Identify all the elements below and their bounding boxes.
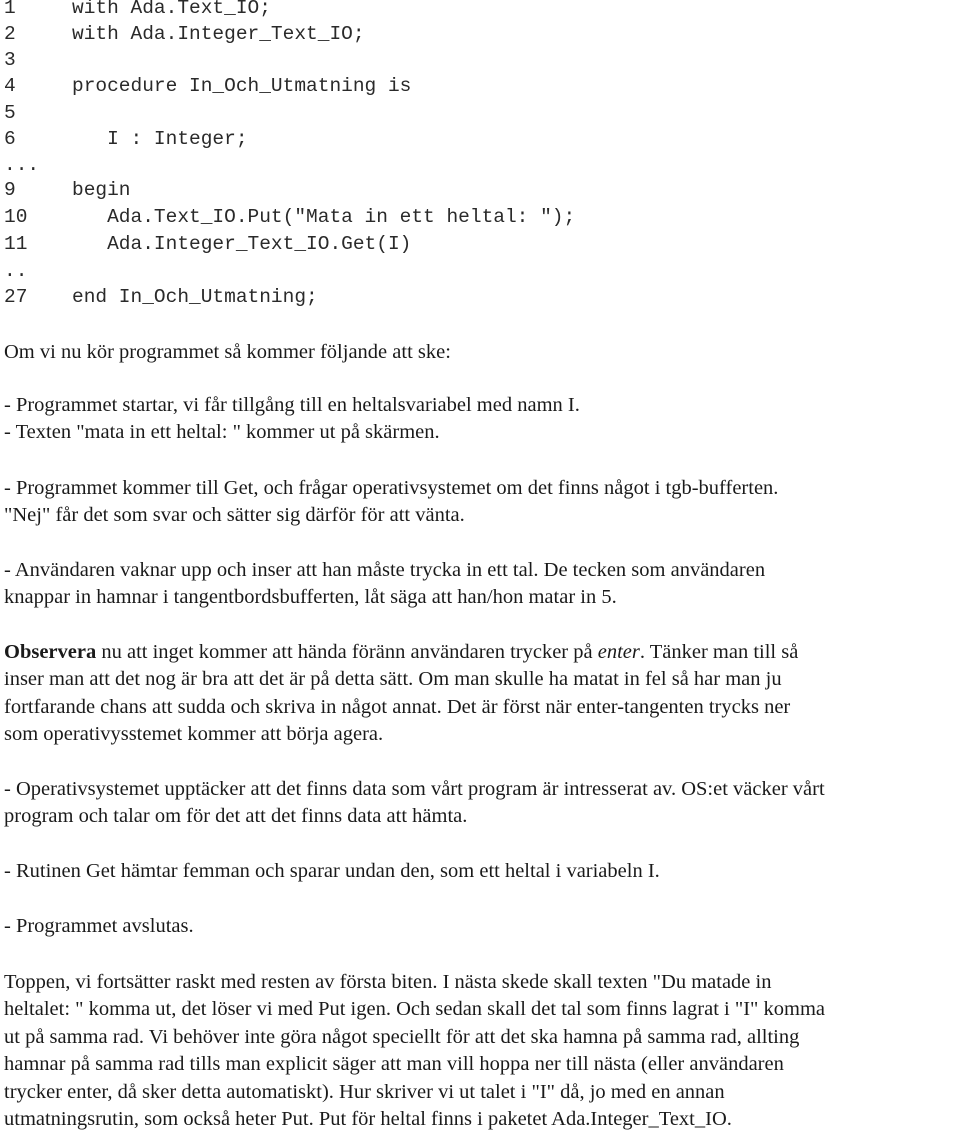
text-fragment: nu att inget kommer att hända föränn anv…: [96, 641, 598, 663]
text-line: hamnar på samma rad tills man explicit s…: [4, 1053, 784, 1076]
step-start-paragraph: - Programmet startar, vi får tillgång ti…: [4, 392, 580, 447]
line-number: 11: [4, 233, 28, 255]
emphasis-bold: Observera: [4, 641, 97, 663]
line-number: ..: [4, 260, 28, 282]
text-line: knappar in hamnar i tangentbordsbufferte…: [4, 586, 617, 609]
text-line: fortfarande chans att sudda och skriva i…: [4, 695, 791, 718]
text-line: - Användaren vaknar upp och inser att ha…: [4, 559, 766, 581]
emphasis-italic: enter: [597, 641, 640, 663]
text-line: som operativysstemet kommer att börja ag…: [4, 723, 384, 746]
text-line: program och talar om för det att det fin…: [4, 805, 468, 828]
text-line: utmatningsrutin, som också heter Put. Pu…: [4, 1107, 732, 1130]
line-number: 6: [4, 128, 16, 150]
line-number: 10: [4, 206, 28, 228]
step-get-paragraph: - Programmet kommer till Get, och frågar…: [4, 475, 778, 530]
step-user-paragraph: - Användaren vaknar upp och inser att ha…: [4, 557, 765, 612]
line-number: 27: [4, 286, 28, 308]
line-number: 4: [4, 75, 16, 97]
code-text: end In_Och_Utmatning;: [72, 286, 318, 308]
line-number: 1: [4, 0, 16, 19]
code-text: Ada.Text_IO.Put("Mata in ett heltal: ");: [72, 206, 576, 228]
intro-paragraph: Om vi nu kör programmet så kommer följan…: [4, 341, 451, 363]
step-routine-paragraph: - Rutinen Get hämtar femman och sparar u…: [4, 860, 660, 882]
text-line: - Texten "mata in ett heltal: " kommer u…: [4, 421, 440, 444]
text-line: heltalet: " komma ut, det löser vi med P…: [4, 998, 826, 1021]
text-line: trycker enter, då sker detta automatiskt…: [4, 1080, 725, 1103]
code-text: begin: [72, 179, 131, 201]
line-number: 3: [4, 49, 16, 71]
code-text: with Ada.Text_IO;: [72, 0, 271, 19]
line-number: ...: [4, 154, 40, 176]
code-text: with Ada.Integer_Text_IO;: [72, 23, 365, 45]
text-line: - Operativsystemet upptäcker att det fin…: [4, 778, 825, 800]
text-line: Toppen, vi fortsätter raskt med resten a…: [4, 971, 772, 993]
code-text: Ada.Integer_Text_IO.Get(I): [72, 233, 412, 255]
observe-paragraph: Observera nu att inget kommer att hända …: [4, 639, 798, 749]
code-text: I : Integer;: [72, 128, 248, 150]
text-line: "Nej" får det som svar och sätter sig dä…: [4, 504, 465, 527]
final-paragraph: Toppen, vi fortsätter raskt med resten a…: [4, 969, 825, 1133]
line-number: 2: [4, 23, 16, 45]
text-fragment: . Tänker man till så: [639, 641, 799, 663]
text-line: ut på samma rad. Vi behöver inte göra nå…: [4, 1025, 800, 1048]
line-number: 9: [4, 179, 16, 201]
text-line: inser man att det nog är bra att det är …: [4, 668, 782, 691]
line-number: 5: [4, 102, 16, 124]
code-text: procedure In_Och_Utmatning is: [72, 75, 412, 97]
text-line: - Programmet startar, vi får tillgång ti…: [4, 394, 580, 416]
text-line: Observera nu att inget kommer att hända …: [4, 639, 798, 666]
step-end-paragraph: - Programmet avslutas.: [4, 915, 194, 937]
step-os-paragraph: - Operativsystemet upptäcker att det fin…: [4, 776, 825, 831]
text-line: - Programmet kommer till Get, och frågar…: [4, 477, 779, 499]
